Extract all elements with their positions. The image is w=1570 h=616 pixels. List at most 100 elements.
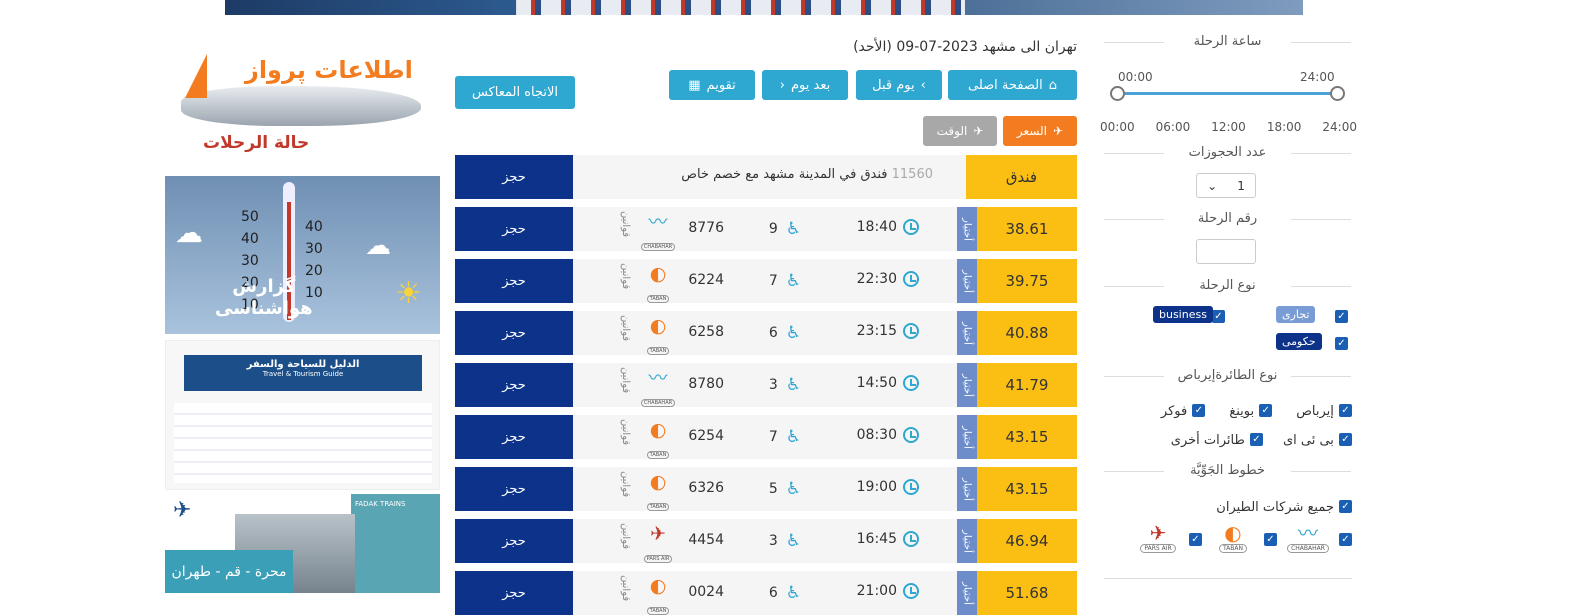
select-badge[interactable]: أختيار [957, 207, 977, 251]
checkbox-business[interactable]: ✓ [1212, 310, 1225, 323]
range-max-handle[interactable] [1330, 86, 1345, 101]
flight-number: 8780 [688, 376, 724, 392]
plane-icon: ✈ [973, 124, 984, 138]
select-badge[interactable]: أختيار [957, 415, 977, 459]
next-day-button[interactable]: › بعد يوم [762, 70, 848, 100]
ad-weather[interactable]: 50 40 30 20 10 40 30 20 10 ☁ ☁ ☀ گزارش هواشناسی [165, 176, 440, 334]
book-button[interactable]: حجز [455, 311, 573, 355]
flight-row[interactable]: 41.79 أختيار 14:50 3 ♿ 8780 〰 CHABAHAR قوا… [455, 363, 1077, 407]
flight-no-input[interactable] [1196, 239, 1256, 264]
divider [1104, 578, 1352, 579]
route-title: تهران الى مشهد 2023-07-09 (الأحد) [853, 39, 1077, 55]
tag-commercial: تجاری [1276, 306, 1316, 323]
aircraft-airbus[interactable]: ✓ إيرباص [1296, 400, 1352, 419]
flight-number: 4454 [688, 532, 724, 548]
airline-logo: ◐ TABAN [637, 315, 679, 355]
calendar-button[interactable]: ▦ تقويم [669, 70, 755, 100]
time-filter-title: ساعة الرحلة [1100, 34, 1355, 49]
flight-row[interactable]: 39.75 أختيار 22:30 7 ♿ 6224 ◐ TABAN قوانين… [455, 259, 1077, 303]
ad4-route: محرة - قم - طهران [165, 550, 293, 593]
reverse-direction-button[interactable]: الاتجاه المعاكس [455, 76, 575, 109]
prev-day-button[interactable]: يوم قبل ‹ [856, 70, 942, 100]
checkbox-government[interactable]: ✓ [1335, 337, 1348, 350]
rules-link[interactable]: قوانين [620, 471, 631, 507]
range-max-label: 24:00 [1300, 70, 1335, 84]
checkbox-parsair[interactable]: ✓ [1189, 532, 1202, 546]
aircraft-bae[interactable]: ✓ بی ئی ای [1283, 429, 1352, 448]
hotel-book-button[interactable]: حجز [455, 155, 573, 199]
seat-icon: ♿ [785, 271, 801, 291]
flight-number: 6224 [688, 272, 724, 288]
flight-row[interactable]: 46.94 أختيار 16:45 3 ♿ 4454 ✈ PARS AIR قوا… [455, 519, 1077, 563]
ad-flight-info[interactable]: اطلاعات پرواز حالة الرحلات [165, 38, 440, 160]
bookings-title: عدد الحجوزات [1100, 145, 1355, 160]
airline-logo: ✈ PARS AIR [637, 523, 679, 563]
flight-number: 6254 [688, 428, 724, 444]
ad-fadak-trains[interactable]: ✈ FADAK TRAINS محرة - قم - طهران [165, 494, 440, 593]
seat-icon: ♿ [785, 427, 801, 447]
rules-link[interactable]: قوانين [620, 419, 631, 455]
price: 46.94 [977, 519, 1077, 563]
plane-logo-icon: ✈ [173, 498, 192, 523]
time-range-slider[interactable] [1118, 92, 1338, 95]
checkbox-commercial[interactable]: ✓ [1335, 310, 1348, 323]
book-button[interactable]: حجز [455, 363, 573, 407]
flight-row[interactable]: 51.68 أختيار 21:00 6 ♿ 0024 ◐ TABAN قوانين… [455, 571, 1077, 615]
airplane-icon [181, 86, 421, 126]
flight-number: 8776 [688, 220, 724, 236]
hotel-label: فندق [966, 155, 1077, 199]
book-button[interactable]: حجز [455, 571, 573, 615]
flight-no-title: رقم الرحلة [1100, 211, 1355, 226]
price: 51.68 [977, 571, 1077, 615]
price: 38.61 [977, 207, 1077, 251]
flight-row[interactable]: 40.88 أختيار 23:15 6 ♿ 6258 ◐ TABAN قوانين… [455, 311, 1077, 355]
alarm-clock-icon [903, 375, 919, 391]
flight-row[interactable]: 38.61 أختيار 18:40 9 ♿ 8776 〰 CHABAHAR قوا… [455, 207, 1077, 251]
flight-row[interactable]: 43.15 أختيار 08:30 7 ♿ 6254 ◐ TABAN قوانين… [455, 415, 1077, 459]
seats: 5 ♿ [768, 479, 801, 499]
seat-icon: ♿ [785, 583, 801, 603]
book-button[interactable]: حجز [455, 259, 573, 303]
home-button[interactable]: الصفحة اصلى ⌂ [948, 70, 1077, 100]
select-badge[interactable]: أختيار [957, 571, 977, 615]
alarm-clock-icon [903, 323, 919, 339]
rules-link[interactable]: قوانين [620, 263, 631, 299]
select-badge[interactable]: أختيار [957, 467, 977, 511]
book-button[interactable]: حجز [455, 467, 573, 511]
airline-logo: ◐ TABAN [637, 471, 679, 511]
select-badge[interactable]: أختيار [957, 259, 977, 303]
rules-link[interactable]: قوانين [620, 575, 631, 611]
rules-link[interactable]: قوانين [620, 315, 631, 351]
aircraft-title: نوع الطائرةإيرباص [1100, 368, 1355, 383]
ad4-photo: FADAK TRAINS [351, 494, 440, 593]
bookings-select[interactable]: ⌄ 1 [1196, 173, 1256, 198]
top-banner-ad[interactable] [225, 0, 1303, 15]
tail-icon [185, 54, 207, 98]
rules-link[interactable]: قوانين [620, 211, 631, 247]
select-badge[interactable]: أختيار [957, 519, 977, 563]
sort-price-button[interactable]: السعر ✈ [1003, 116, 1077, 146]
rules-link[interactable]: قوانين [620, 523, 631, 559]
rules-link[interactable]: قوانين [620, 367, 631, 403]
aircraft-fokker[interactable]: ✓ فوكر [1161, 400, 1206, 419]
aircraft-boeing[interactable]: ✓ بوينغ [1229, 400, 1273, 419]
seat-icon: ♿ [785, 479, 801, 499]
select-badge[interactable]: أختيار [957, 311, 977, 355]
plane-icon: ✈ [1053, 124, 1064, 138]
book-button[interactable]: حجز [455, 415, 573, 459]
departure-time: 18:40 [857, 219, 919, 235]
book-button[interactable]: حجز [455, 519, 573, 563]
checkbox-chabahar[interactable]: ✓ [1339, 532, 1352, 546]
departure-time: 22:30 [857, 271, 919, 287]
all-airlines-option[interactable]: ✓ جميع شركات الطيران [1100, 496, 1352, 515]
flight-row[interactable]: 43.15 أختيار 19:00 5 ♿ 6326 ◐ TABAN قوانين… [455, 467, 1077, 511]
select-badge[interactable]: أختيار [957, 363, 977, 407]
seat-icon: ♿ [785, 531, 801, 551]
sort-time-button[interactable]: الوقت ✈ [923, 116, 997, 146]
checkbox-taban[interactable]: ✓ [1264, 532, 1277, 546]
aircraft-other[interactable]: ✓ طائرات أخرى [1171, 429, 1263, 448]
departure-time: 23:15 [857, 323, 919, 339]
book-button[interactable]: حجز [455, 207, 573, 251]
ad-travel-guide[interactable]: الدليل للسياحة والسفر Travel & Tourism Gu… [165, 340, 440, 490]
range-min-handle[interactable] [1110, 86, 1125, 101]
